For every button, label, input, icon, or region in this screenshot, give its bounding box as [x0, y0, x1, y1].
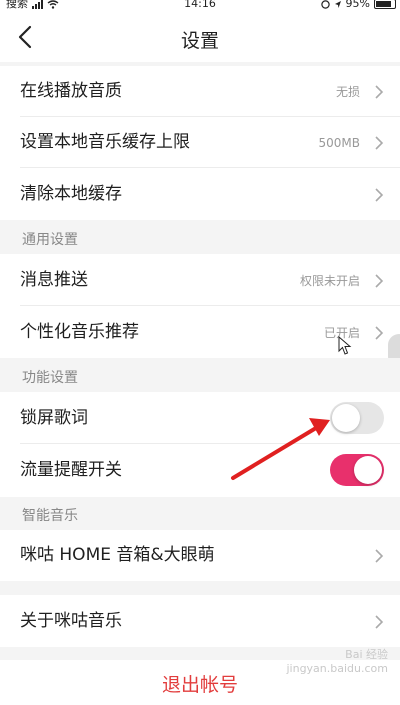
row-label: 咪咕 HOME 音箱&大眼萌: [20, 545, 215, 565]
watermark: Bai 经验 jingyan.baidu.com: [286, 648, 388, 676]
section-title: 功能设置: [22, 370, 78, 386]
mouse-cursor-icon: [338, 336, 352, 355]
row-label: 流量提醒开关: [20, 460, 122, 480]
watermark-line: jingyan.baidu.com: [286, 662, 388, 675]
section-header-general: 通用设置: [0, 220, 400, 254]
setting-row-quality[interactable]: 在线播放音质 无损: [0, 66, 400, 117]
row-label: 个性化音乐推荐: [20, 322, 139, 342]
setting-row-cache-limit[interactable]: 设置本地音乐缓存上限 500MB: [0, 117, 400, 168]
chevron-right-icon: [375, 549, 384, 563]
setting-row-about[interactable]: 关于咪咕音乐: [0, 595, 400, 647]
chevron-right-icon: [375, 615, 384, 629]
row-value: 权限未开启: [299, 274, 360, 288]
chevron-right-icon: [375, 136, 384, 150]
setting-row-clear-cache[interactable]: 清除本地缓存: [0, 168, 400, 220]
battery-icon: [374, 0, 396, 9]
row-label: 消息推送: [20, 270, 88, 290]
watermark-line: Bai 经验: [345, 648, 388, 661]
section-title: 通用设置: [22, 232, 78, 248]
setting-row-push[interactable]: 消息推送 权限未开启: [0, 254, 400, 306]
setting-row-lock-lyrics: 锁屏歌词: [0, 392, 400, 444]
row-label: 清除本地缓存: [20, 184, 122, 204]
row-label: 锁屏歌词: [20, 408, 88, 428]
chevron-right-icon: [375, 85, 384, 99]
toggle-knob: [354, 456, 382, 484]
section-header-smart: 智能音乐: [0, 497, 400, 530]
battery-percent: 95%: [345, 0, 370, 10]
chevron-right-icon: [375, 326, 384, 340]
page-title: 设置: [180, 30, 219, 52]
location-icon: [334, 0, 341, 8]
setting-row-recommend[interactable]: 个性化音乐推荐 已开启: [0, 306, 400, 358]
setting-row-home-speaker[interactable]: 咪咕 HOME 音箱&大眼萌: [0, 530, 400, 581]
section-header-features: 功能设置: [0, 358, 400, 392]
chevron-right-icon: [375, 188, 384, 202]
section-title: 智能音乐: [22, 508, 78, 524]
chevron-right-icon: [375, 274, 384, 288]
traffic-alert-toggle[interactable]: [330, 454, 384, 486]
row-label: 在线播放音质: [20, 81, 122, 101]
status-right: 95%: [320, 0, 396, 10]
row-label: 关于咪咕音乐: [20, 611, 122, 631]
toggle-knob: [332, 404, 360, 432]
lock-lyrics-toggle[interactable]: [330, 402, 384, 434]
nav-bar: 设置: [0, 12, 400, 62]
status-bar: 搜索 14:16 95%: [0, 0, 400, 12]
row-label: 设置本地音乐缓存上限: [20, 132, 190, 152]
setting-row-traffic-alert: 流量提醒开关: [0, 444, 400, 497]
row-value: 无损: [335, 85, 360, 99]
alarm-icon: [320, 0, 330, 9]
row-value: 500MB: [318, 136, 361, 150]
